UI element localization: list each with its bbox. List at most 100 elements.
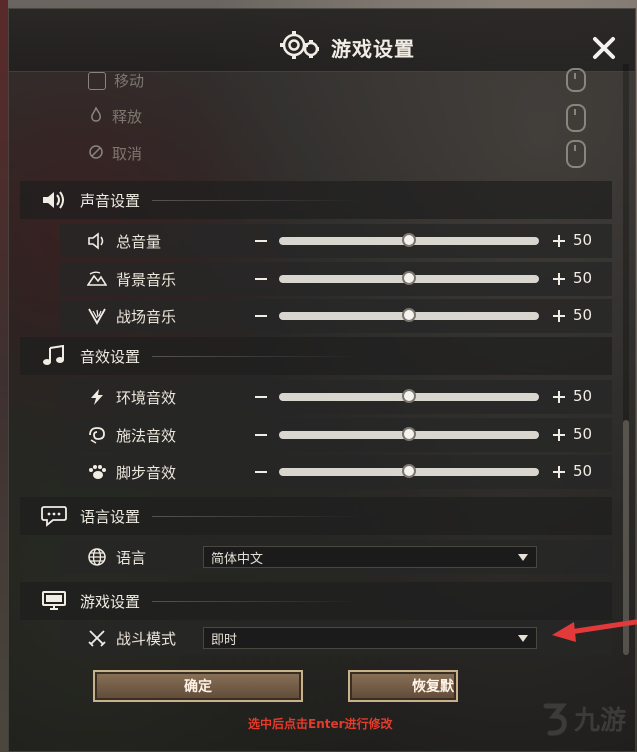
increase-button[interactable]: [553, 310, 565, 322]
chat-bubble-icon: [40, 505, 68, 527]
row-label: 脚步音效: [116, 463, 177, 482]
row-footstep-sfx: 脚步音效 50: [60, 455, 612, 489]
lightning-icon: [86, 387, 108, 407]
reset-button-label: 恢复默: [412, 679, 454, 695]
title-bar: 游戏设置: [9, 9, 635, 72]
increase-button[interactable]: [553, 391, 565, 403]
footstep-sfx-slider[interactable]: [279, 464, 539, 478]
cancel-icon: [88, 144, 104, 164]
decrease-button[interactable]: [255, 240, 267, 242]
slider-thumb[interactable]: [402, 233, 416, 247]
row-battle-music: 战场音乐 50: [60, 299, 612, 333]
slider-thumb[interactable]: [402, 308, 416, 322]
row-label: 施法音效: [116, 426, 177, 445]
slider-value: 50: [573, 269, 593, 287]
paw-print-icon: [86, 462, 108, 482]
watermark-text: 九游: [574, 706, 627, 736]
combat-mode-dropdown[interactable]: 即时: [203, 627, 537, 649]
slider-value: 50: [573, 425, 593, 443]
section-divider: [152, 355, 363, 357]
slider-value: 50: [573, 231, 593, 249]
row-label: 总音量: [116, 232, 162, 251]
chevron-down-icon: [518, 554, 528, 561]
faded-row-release: 释放: [88, 105, 142, 127]
faded-row-label: 移动: [114, 72, 145, 90]
reset-default-button[interactable]: 恢复默: [348, 670, 458, 702]
battle-music-slider[interactable]: [279, 308, 539, 322]
section-sound-settings: 声音设置: [20, 181, 612, 219]
flame-icon: [88, 105, 104, 127]
row-master-volume: 总音量 50: [60, 224, 612, 258]
harp-icon: [86, 306, 108, 326]
section-divider: [152, 515, 363, 517]
decrease-button[interactable]: [255, 434, 267, 436]
slider-thumb[interactable]: [402, 271, 416, 285]
faded-row-label: 取消: [112, 145, 143, 163]
faded-row-cancel: 取消: [88, 143, 142, 164]
dropdown-value: 即时: [211, 632, 238, 648]
slider-thumb[interactable]: [402, 389, 416, 403]
mouse-left-icon: [566, 104, 586, 132]
spell-swirl-icon: [86, 425, 108, 445]
watermark-logo-icon: [543, 703, 568, 736]
watermark: 九游: [540, 700, 626, 737]
section-divider: [152, 199, 363, 201]
section-label: 游戏设置: [80, 592, 141, 611]
mouse-right-icon: [566, 140, 586, 168]
row-background-music: 背景音乐 50: [60, 262, 612, 296]
row-combat-mode: 战斗模式 即时: [60, 621, 612, 655]
row-label: 背景音乐: [116, 270, 177, 289]
slider-value: 50: [573, 387, 593, 405]
background-edge: [0, 0, 8, 752]
ambient-sfx-slider[interactable]: [279, 389, 539, 403]
language-dropdown[interactable]: 简体中文: [203, 546, 537, 568]
bgm-slider[interactable]: [279, 271, 539, 285]
section-label: 音效设置: [80, 347, 141, 366]
close-button[interactable]: [591, 35, 617, 61]
section-language-settings: 语言设置: [20, 497, 612, 535]
crossed-swords-icon: [86, 628, 108, 648]
title-group: 游戏设置: [279, 27, 415, 67]
section-divider: [152, 600, 363, 602]
decrease-button[interactable]: [255, 396, 267, 398]
decrease-button[interactable]: [255, 471, 267, 473]
annotation-arrow-icon: [552, 619, 637, 642]
row-ambient-sfx: 环境音效 50: [60, 380, 612, 414]
dropdown-value: 简体中文: [211, 551, 264, 567]
section-label: 声音设置: [80, 191, 141, 210]
globe-icon: [86, 547, 108, 567]
decrease-button[interactable]: [255, 278, 267, 280]
decrease-button[interactable]: [255, 315, 267, 317]
mouse-icon: [566, 68, 586, 92]
cast-sfx-slider[interactable]: [279, 427, 539, 441]
mountain-music-icon: [86, 269, 108, 289]
slider-value: 50: [573, 462, 593, 480]
confirm-button[interactable]: 确定: [93, 670, 303, 702]
window-title: 游戏设置: [331, 36, 415, 61]
slider-thumb[interactable]: [402, 427, 416, 441]
row-label: 战场音乐: [116, 307, 177, 326]
slider-value: 50: [573, 306, 593, 324]
row-cast-sfx: 施法音效 50: [60, 418, 612, 452]
slider-thumb[interactable]: [402, 464, 416, 478]
increase-button[interactable]: [553, 235, 565, 247]
section-game-settings: 游戏设置: [20, 582, 612, 620]
music-note-icon: [40, 345, 68, 367]
increase-button[interactable]: [553, 466, 565, 478]
volume-icon: [86, 231, 108, 251]
move-icon: [88, 71, 106, 90]
section-sfx-settings: 音效设置: [20, 337, 612, 375]
faded-row-move: 移动: [88, 70, 144, 91]
section-label: 语言设置: [80, 507, 141, 526]
gear-icon: [279, 27, 321, 67]
increase-button[interactable]: [553, 273, 565, 285]
hint-text: 选中后点击Enter进行修改: [248, 717, 393, 731]
monitor-icon: [40, 590, 68, 612]
volume-slider[interactable]: [279, 233, 539, 247]
row-language: 语言 简体中文: [60, 540, 612, 574]
increase-button[interactable]: [553, 429, 565, 441]
row-label: 环境音效: [116, 388, 177, 407]
chevron-down-icon: [518, 635, 528, 642]
close-icon: [593, 37, 615, 59]
speaker-icon: [40, 189, 68, 211]
